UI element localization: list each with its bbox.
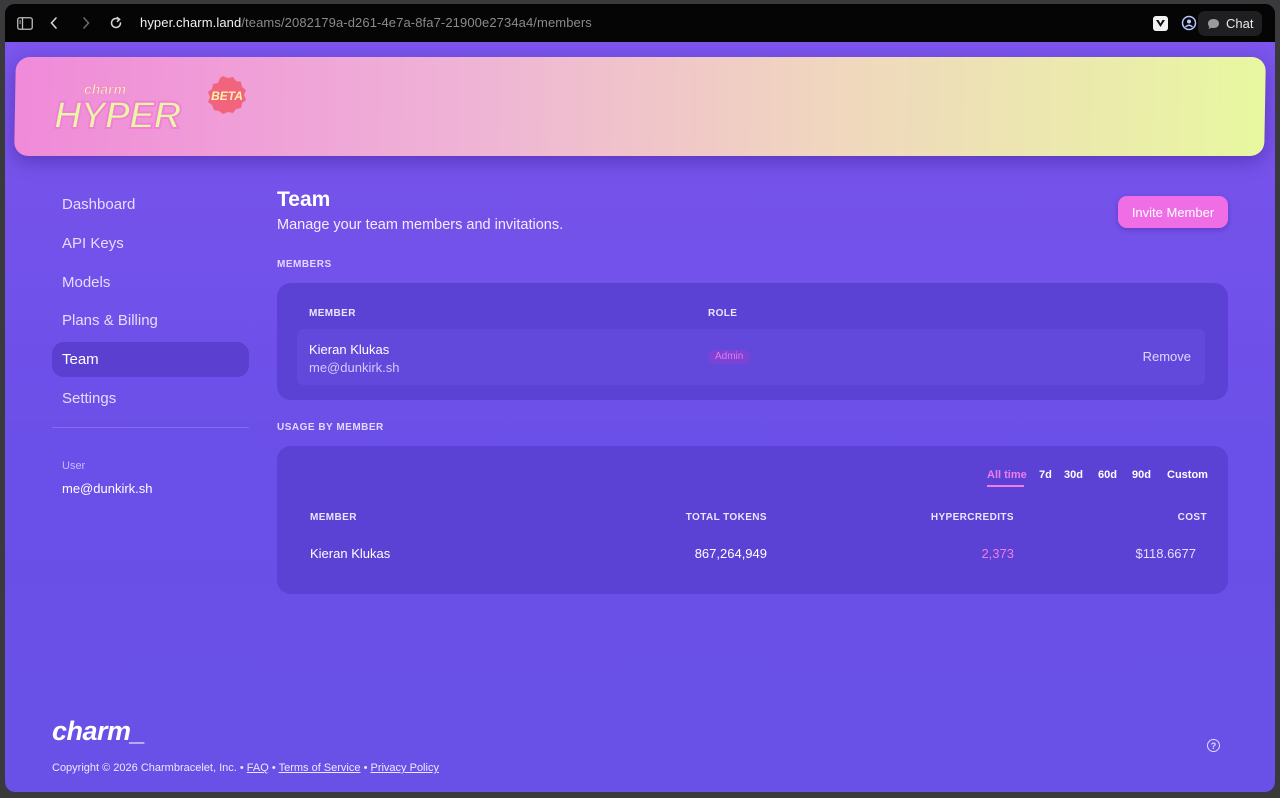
page: charm HYPER BETA Dashboard API Keys Mode…: [5, 42, 1275, 792]
sidebar-item-plans-billing[interactable]: Plans & Billing: [52, 303, 249, 338]
user-label: User: [62, 460, 86, 472]
sidebar-item-settings[interactable]: Settings: [52, 381, 249, 416]
usage-col-cost: COST: [1177, 512, 1207, 523]
range-all-time[interactable]: All time: [987, 469, 1027, 481]
footer-copyright: Copyright © 2026 Charmbracelet, Inc. • F…: [52, 762, 439, 774]
usage-hypercredits: 2,373: [981, 546, 1014, 561]
usage-member-name: Kieran Klukas: [310, 546, 391, 561]
active-range-underline: [987, 485, 1024, 487]
sidebar-item-team[interactable]: Team: [52, 342, 249, 377]
role-badge: Admin: [708, 350, 751, 364]
faq-link[interactable]: FAQ: [247, 762, 269, 774]
sidebar-item-models[interactable]: Models: [52, 265, 249, 300]
help-icon[interactable]: ?: [1207, 739, 1220, 752]
members-col-member: MEMBER: [309, 308, 356, 319]
table-row: Kieran Klukas me@dunkirk.sh Admin Remove: [297, 329, 1205, 385]
reload-icon[interactable]: [106, 13, 126, 33]
account-extension-icon[interactable]: [1179, 13, 1199, 33]
chat-label: Chat: [1226, 16, 1254, 31]
range-90d[interactable]: 90d: [1132, 469, 1151, 481]
usage-section-label: USAGE BY MEMBER: [277, 422, 384, 433]
members-section-label: MEMBERS: [277, 259, 332, 270]
sidebar-divider: [52, 427, 249, 428]
remove-member-button[interactable]: Remove: [1143, 349, 1191, 364]
usage-col-credits: HYPERCREDITS: [930, 512, 1014, 523]
footer-separator: •: [363, 762, 368, 774]
members-col-role: ROLE: [708, 308, 738, 319]
member-email: me@dunkirk.sh: [309, 360, 400, 375]
usage-col-tokens: TOTAL TOKENS: [685, 512, 767, 523]
usage-card: All time 7d 30d 60d 90d Custom MEMBER TO…: [277, 446, 1228, 594]
members-card: MEMBER ROLE Kieran Klukas me@dunkirk.sh …: [277, 283, 1228, 400]
logo-big-text: HYPER: [54, 95, 181, 137]
browser-window: hyper.charm.land/teams/2082179a-d261-4e7…: [5, 4, 1275, 792]
extension-icon[interactable]: [1153, 16, 1168, 31]
forward-icon[interactable]: [76, 13, 96, 33]
charm-footer-logo[interactable]: charm_: [52, 714, 152, 753]
range-7d[interactable]: 7d: [1039, 469, 1052, 481]
hyper-logo[interactable]: charm HYPER BETA: [52, 68, 252, 153]
invite-member-button[interactable]: Invite Member: [1118, 196, 1228, 228]
user-email: me@dunkirk.sh: [62, 481, 153, 496]
footer-logo-text: charm_: [52, 716, 145, 746]
privacy-link[interactable]: Privacy Policy: [370, 762, 438, 774]
address-bar[interactable]: hyper.charm.land/teams/2082179a-d261-4e7…: [140, 15, 592, 30]
url-path: /teams/2082179a-d261-4e7a-8fa7-21900e273…: [241, 15, 592, 30]
usage-total-tokens: 867,264,949: [694, 546, 767, 561]
member-name: Kieran Klukas: [309, 342, 390, 357]
sidebar-toggle-icon[interactable]: [15, 13, 35, 33]
sidebar-item-api-keys[interactable]: API Keys: [52, 226, 249, 261]
back-icon[interactable]: [44, 13, 64, 33]
beta-badge: BETA: [208, 76, 246, 114]
browser-toolbar: hyper.charm.land/teams/2082179a-d261-4e7…: [5, 4, 1275, 42]
usage-cost: $118.6677: [1135, 546, 1197, 561]
range-60d[interactable]: 60d: [1098, 469, 1117, 481]
chat-bubble-icon: [1208, 18, 1219, 29]
url-host: hyper.charm.land: [140, 15, 242, 30]
range-30d[interactable]: 30d: [1064, 469, 1083, 481]
page-subtitle: Manage your team members and invitations…: [277, 217, 564, 233]
terms-link[interactable]: Terms of Service: [279, 762, 361, 774]
footer-separator: •: [271, 762, 276, 774]
beta-label: BETA: [211, 89, 243, 103]
page-title: Team: [277, 188, 331, 211]
usage-col-member: MEMBER: [310, 512, 357, 523]
range-custom[interactable]: Custom: [1167, 469, 1208, 481]
sidebar-item-dashboard[interactable]: Dashboard: [52, 187, 249, 222]
chat-button[interactable]: Chat: [1198, 11, 1262, 36]
copyright-text: Copyright © 2026 Charmbracelet, Inc. •: [52, 762, 244, 774]
